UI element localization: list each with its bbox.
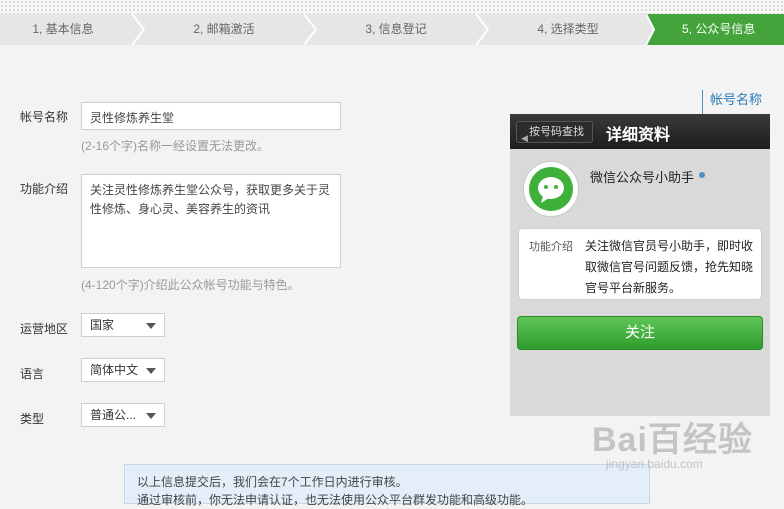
chevron-down-icon (146, 323, 156, 329)
intro-label: 功能介绍 (20, 182, 69, 196)
chevron-down-icon (146, 413, 156, 419)
callout-label: 帐号名称 (710, 92, 763, 107)
step-2: 2, 邮箱激活 (138, 14, 310, 45)
region-label: 运营地区 (20, 322, 69, 336)
region-select-value: 国家 (90, 318, 115, 332)
region-select[interactable]: 国家 (81, 313, 165, 337)
step-separator-icon (646, 14, 662, 45)
step-separator-icon (303, 14, 318, 45)
account-name-label: 帐号名称 (20, 110, 69, 124)
account-name-input[interactable]: 灵性修炼养生堂 (81, 102, 341, 130)
phone-preview: ◀ 按号码查找 详细资料 微信公众号小助手 功能介绍 关注微信官员号小助手，即时… (510, 114, 770, 416)
type-select[interactable]: 普通公... (81, 403, 165, 427)
intro-card-text: 关注微信官员号小助手，即时收取微信官号问题反馈，抢先知晓官号平台新服务。 (585, 239, 754, 295)
phone-header: ◀ 按号码查找 详细资料 (510, 114, 770, 149)
phone-title: 详细资料 (606, 127, 671, 144)
preview-account-name: 微信公众号小助手 (590, 170, 695, 185)
intro-card: 功能介绍 关注微信官员号小助手，即时收取微信官号问题反馈，抢先知晓官号平台新服务… (518, 228, 762, 300)
back-button-label: 按号码查找 (529, 126, 584, 138)
step-5-active: 5, 公众号信息 (654, 14, 784, 45)
type-label: 类型 (20, 412, 45, 426)
step-separator-icon (475, 14, 490, 45)
intro-textarea[interactable]: 关注灵性修炼养生堂公众号，获取更多关于灵性修炼、身心灵、美容养生的资讯 (81, 174, 341, 268)
notice-line-1: 以上信息提交后，我们会在7个工作日内进行审核。 (137, 475, 408, 489)
notice-line-2: 通过审核前，你无法申请认证，也无法使用公众平台群发功能和高级功能。 (137, 493, 534, 507)
language-select[interactable]: 简体中文 (81, 358, 165, 382)
follow-button[interactable]: 关注 (517, 316, 763, 350)
intro-hint: (4-120个字)介绍此公众帐号功能与特色。 (81, 278, 300, 292)
review-notice: 以上信息提交后，我们会在7个工作日内进行审核。 通过审核前，你无法申请认证，也无… (124, 464, 650, 507)
step-1: 1, 基本信息 (0, 14, 138, 45)
callout-dot (699, 172, 705, 178)
wechat-logo-icon (529, 167, 573, 211)
step-4: 4, 选择类型 (482, 14, 654, 45)
type-select-value: 普通公... (90, 408, 137, 422)
account-name-hint: (2-16个字)名称一经设置无法更改。 (81, 139, 270, 153)
avatar (523, 161, 579, 217)
language-label: 语言 (20, 367, 45, 381)
top-texture (0, 0, 784, 14)
step-progress-bar: 1, 基本信息 2, 邮箱激活 3, 信息登记 4, 选择类型 5, 公众号信息 (0, 14, 784, 45)
baidu-watermark: Bai百经验 jingyan.baidu.com (592, 412, 753, 471)
language-select-value: 简体中文 (90, 363, 139, 377)
intro-card-label: 功能介绍 (529, 241, 573, 253)
step-separator-icon (131, 14, 146, 45)
watermark-main: Bai百经验 (592, 421, 753, 459)
chevron-down-icon (146, 368, 156, 374)
back-arrow-icon: ◀ (521, 133, 528, 143)
step-3: 3, 信息登记 (310, 14, 482, 45)
back-button[interactable]: ◀ 按号码查找 (516, 121, 593, 143)
